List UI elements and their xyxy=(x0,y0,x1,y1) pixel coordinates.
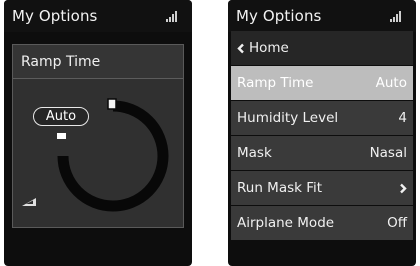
menu-item-value: Nasal xyxy=(369,145,407,161)
menu-item-humidity-level[interactable]: Humidity Level 4 xyxy=(231,101,413,135)
menu-item-label: Run Mask Fit xyxy=(237,180,323,196)
menu-item-ramp-time[interactable]: Ramp Time Auto xyxy=(231,66,413,100)
menu-item-value: 4 xyxy=(398,110,407,126)
ramp-time-screen: My Options Ramp Time Auto xyxy=(4,0,192,266)
menu-item-label: Ramp Time xyxy=(237,75,314,91)
back-label: Home xyxy=(249,40,289,56)
menu-item-label: Mask xyxy=(237,145,272,161)
signal-strength-icon xyxy=(390,11,404,22)
status-bar: My Options xyxy=(4,0,192,32)
ramp-time-panel: Ramp Time Auto xyxy=(12,44,184,228)
status-title: My Options xyxy=(236,7,322,25)
menu-item-run-mask-fit[interactable]: Run Mask Fit xyxy=(231,171,413,205)
status-bar: My Options xyxy=(228,0,416,32)
menu-item-value: Auto xyxy=(375,75,407,91)
menu-item-mask[interactable]: Mask Nasal xyxy=(231,136,413,170)
ramp-time-dial[interactable]: Auto xyxy=(13,79,183,227)
menu-item-airplane-mode[interactable]: Airplane Mode Off xyxy=(231,206,413,240)
status-title: My Options xyxy=(12,7,98,25)
chevron-left-icon xyxy=(237,43,244,53)
ring-end-marker xyxy=(107,98,117,110)
ramp-value-bubble: Auto xyxy=(33,107,89,126)
options-menu: Home Ramp Time Auto Humidity Level 4 Mas… xyxy=(231,31,413,241)
my-options-menu-screen: My Options Home Ramp Time Auto Humidity … xyxy=(228,0,416,266)
signal-strength-icon xyxy=(166,11,180,22)
menu-item-label: Airplane Mode xyxy=(237,215,335,231)
menu-item-label: Humidity Level xyxy=(237,110,339,126)
ramp-up-icon xyxy=(22,198,36,206)
back-home-button[interactable]: Home xyxy=(231,31,413,65)
menu-item-value: Off xyxy=(387,215,407,231)
ring-start-marker xyxy=(57,133,66,139)
ramp-dial-ring xyxy=(57,98,169,212)
chevron-right-icon xyxy=(400,183,407,193)
panel-title: Ramp Time xyxy=(13,45,183,79)
